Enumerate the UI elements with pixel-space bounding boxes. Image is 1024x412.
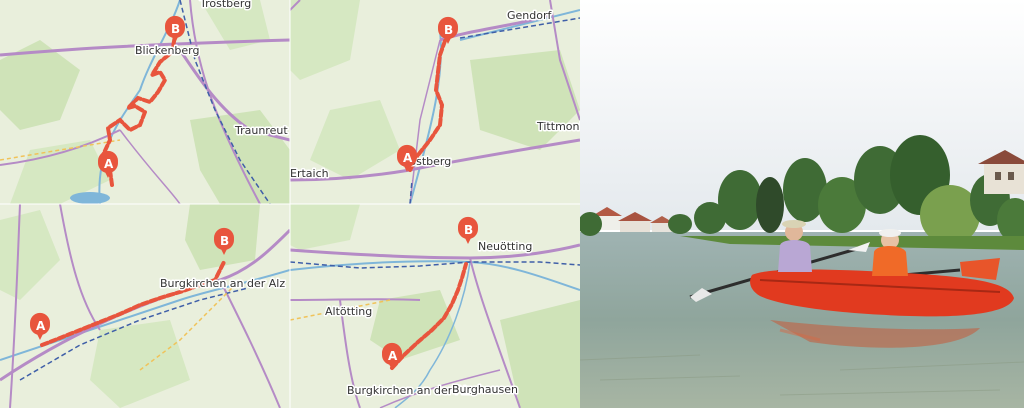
svg-text:B: B	[444, 23, 453, 37]
map-panel-3[interactable]: Burgkirchen an der Alz A B	[0, 204, 290, 408]
map-label: Burgkirchen an der Alz	[160, 277, 285, 290]
kayak-photo	[580, 0, 1024, 408]
svg-text:A: A	[388, 349, 398, 363]
route-map-collage: Trostberg Blickenberg Traunreut A B Gend…	[0, 0, 580, 408]
svg-text:B: B	[220, 234, 229, 248]
svg-text:B: B	[464, 223, 473, 237]
svg-text:A: A	[36, 319, 46, 333]
map-label: Altötting	[325, 305, 372, 318]
map-label: Blickenberg	[135, 44, 200, 57]
svg-text:B: B	[171, 22, 180, 36]
map-label: Ertaich	[290, 167, 329, 180]
map-panel-1[interactable]: Trostberg Blickenberg Traunreut A B	[0, 0, 290, 204]
map-label: Neuötting	[478, 240, 532, 253]
svg-text:A: A	[403, 151, 413, 165]
map-label: Traunreut	[234, 124, 288, 137]
map-label: Burghausen	[452, 383, 518, 396]
map-label: Trostberg	[199, 0, 251, 10]
map-panel-2[interactable]: Gendorf Tittmoning Ertaich Trostberg A B	[290, 0, 580, 204]
map-panel-4[interactable]: Altötting Burgkirchen an der Alz Burghau…	[290, 204, 580, 408]
map-label: Gendorf	[507, 9, 552, 22]
map-label: Tittmoning	[536, 120, 580, 133]
svg-text:A: A	[104, 157, 114, 171]
